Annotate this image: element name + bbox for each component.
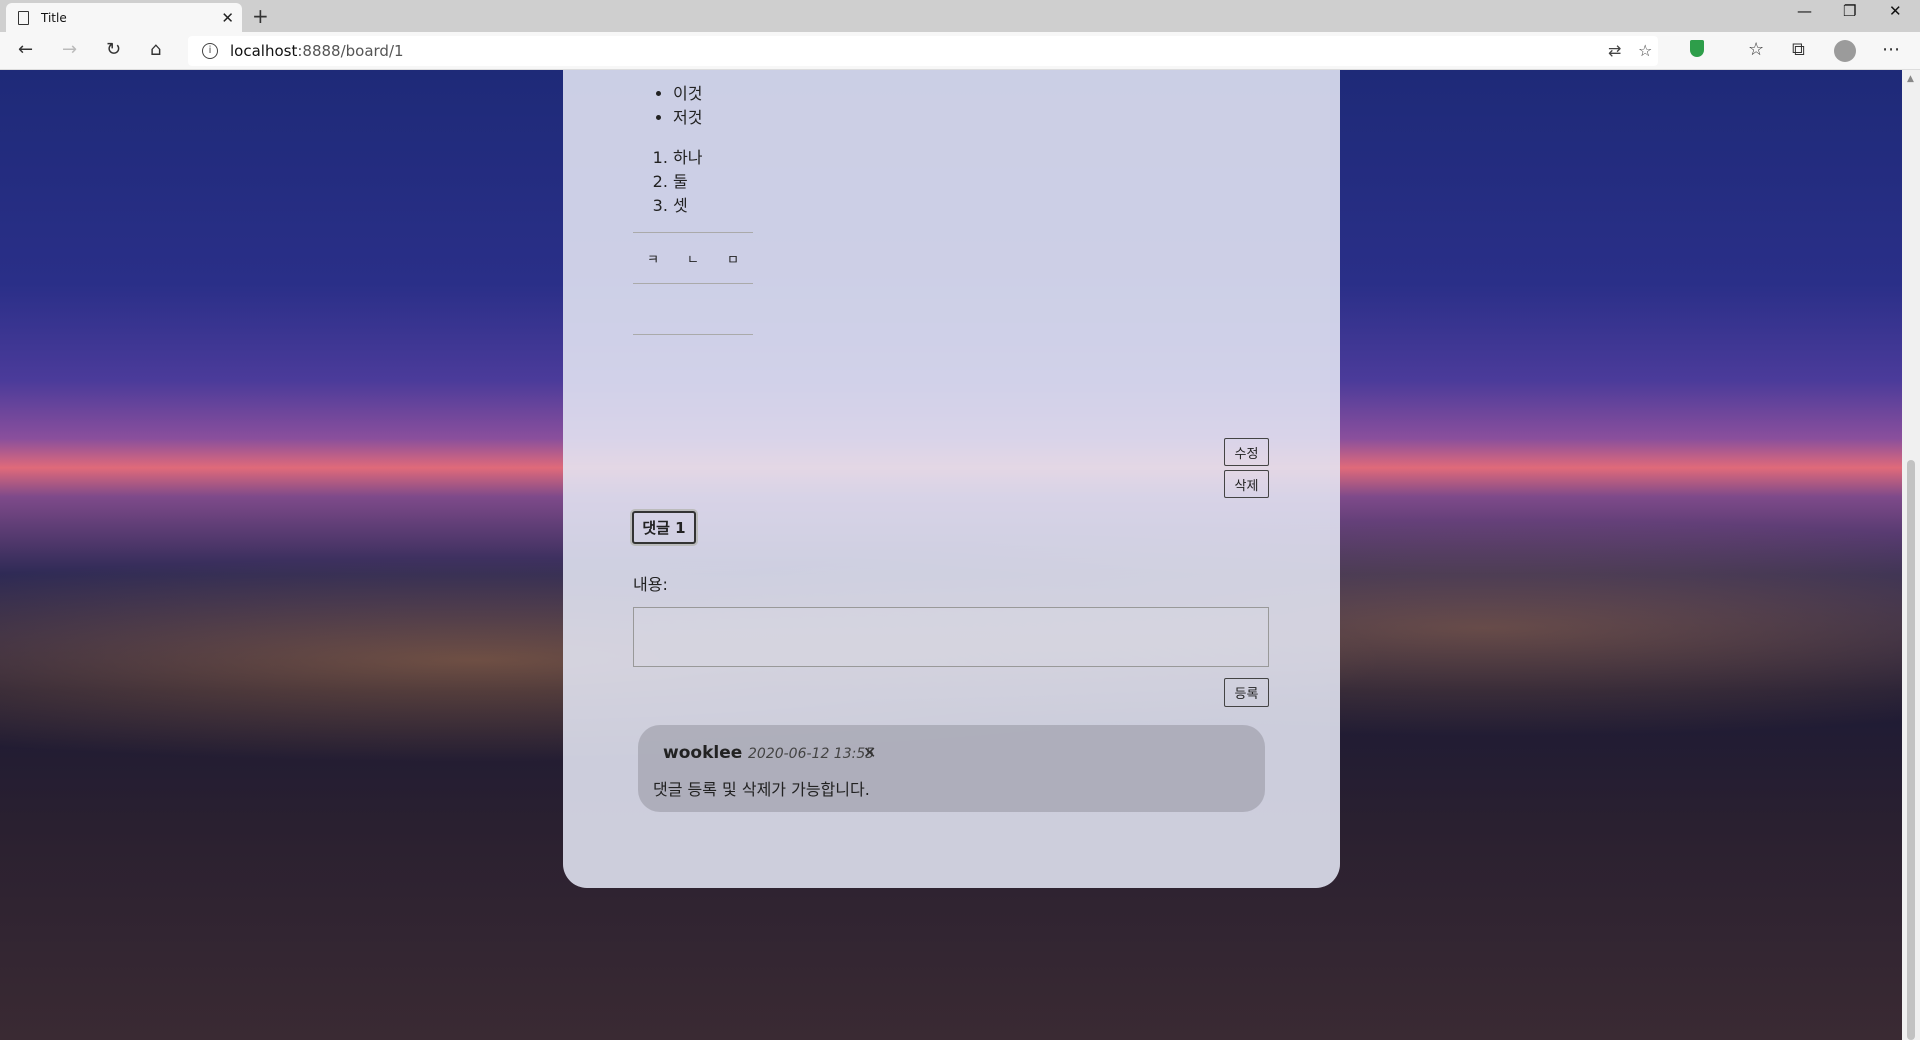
refresh-icon[interactable]: ↻ xyxy=(106,39,121,60)
new-tab-icon[interactable]: + xyxy=(252,4,269,28)
edit-button[interactable]: 수정 xyxy=(1224,438,1269,466)
numbered-list: 하나 둘 셋 xyxy=(633,146,1273,218)
tab-title: Title xyxy=(41,10,67,25)
table-row xyxy=(633,283,753,335)
profile-avatar[interactable] xyxy=(1834,40,1856,62)
list-item: 하나 xyxy=(673,146,1273,170)
table-cell: ㅋ xyxy=(633,232,673,284)
comment-date: 2020-06-12 13:55 xyxy=(748,746,875,762)
list-item: 둘 xyxy=(673,170,1273,194)
table-cell xyxy=(633,283,673,335)
address-bar[interactable]: i localhost:8888/board/1 ⇄ ☆ xyxy=(188,36,1658,66)
post-content: 이것 저것 하나 둘 셋 ㅋ ㄴ ㅁ xyxy=(633,70,1273,335)
url-text: localhost:8888/board/1 xyxy=(230,42,404,60)
close-window-icon[interactable]: ✕ xyxy=(1889,2,1902,20)
list-item: 이것 xyxy=(673,82,1273,106)
table-cell: ㅁ xyxy=(713,232,753,284)
list-item: 셋 xyxy=(673,194,1273,218)
comment-text: 댓글 등록 및 삭제가 가능합니다. xyxy=(653,780,870,799)
home-icon[interactable]: ⌂ xyxy=(150,39,161,60)
delete-comment-icon[interactable]: ✕ xyxy=(863,743,876,762)
list-item: 저것 xyxy=(673,106,1273,130)
delete-button[interactable]: 삭제 xyxy=(1224,470,1269,498)
collections-icon[interactable]: ⧉ xyxy=(1792,39,1805,60)
favorites-icon[interactable]: ☆ xyxy=(1748,39,1764,60)
table-cell xyxy=(713,283,753,335)
restore-icon[interactable]: ❐ xyxy=(1843,2,1856,20)
table-cell: ㄴ xyxy=(673,232,713,284)
site-info-icon[interactable]: i xyxy=(202,43,218,59)
tab-bar: Title ✕ + — ❐ ✕ xyxy=(0,0,1920,32)
shield-extension-icon[interactable] xyxy=(1690,40,1704,57)
comment-toggle-button[interactable]: 댓글 1 xyxy=(632,511,696,544)
comment-author: wooklee xyxy=(663,743,743,763)
back-icon[interactable]: ← xyxy=(18,39,33,60)
comment-textarea[interactable] xyxy=(633,607,1269,667)
comment-item: wooklee 2020-06-12 13:55 ✕ 댓글 등록 및 삭제가 가… xyxy=(638,725,1265,812)
comment-content-label: 내용: xyxy=(633,575,668,594)
scroll-up-icon[interactable]: ▲ xyxy=(1907,74,1914,84)
forward-icon[interactable]: → xyxy=(62,39,77,60)
url-host: localhost xyxy=(230,42,298,60)
table-cell xyxy=(673,283,713,335)
favorite-star-icon[interactable]: ☆ xyxy=(1638,41,1652,60)
more-menu-icon[interactable]: ⋯ xyxy=(1882,39,1900,60)
vertical-scrollbar[interactable]: ▲ xyxy=(1902,70,1920,1040)
scrollbar-thumb[interactable] xyxy=(1907,460,1915,1040)
minimize-icon[interactable]: — xyxy=(1797,2,1812,20)
translate-icon[interactable]: ⇄ xyxy=(1608,41,1621,60)
table-row: ㅋ ㄴ ㅁ xyxy=(633,232,753,284)
url-path: :8888/board/1 xyxy=(297,42,404,60)
submit-comment-button[interactable]: 등록 xyxy=(1224,678,1269,707)
close-tab-icon[interactable]: ✕ xyxy=(221,9,234,27)
page-icon xyxy=(18,10,29,25)
post-panel: 이것 저것 하나 둘 셋 ㅋ ㄴ ㅁ 수정 삭제 댓글 1 내용: 등록 woo… xyxy=(563,70,1340,888)
content-table: ㅋ ㄴ ㅁ xyxy=(633,232,753,335)
browser-tab[interactable]: Title ✕ xyxy=(6,3,242,32)
bullet-list: 이것 저것 xyxy=(633,82,1273,130)
browser-toolbar: ← → ↻ ⌂ i localhost:8888/board/1 ⇄ ☆ ☆ ⧉… xyxy=(0,32,1920,70)
